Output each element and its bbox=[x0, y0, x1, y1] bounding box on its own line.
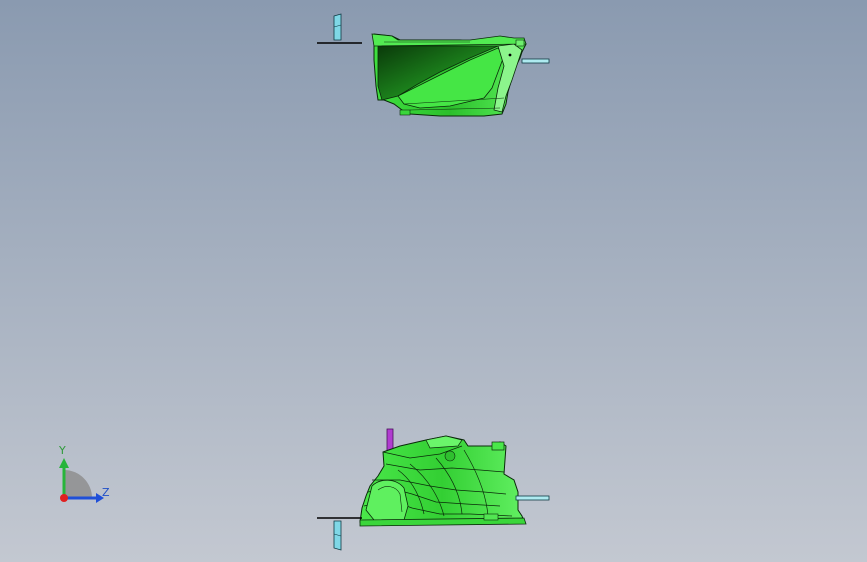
graphics-viewport[interactable]: Y Z bbox=[0, 0, 867, 562]
part-top-view-icon[interactable] bbox=[371, 33, 550, 117]
x-axis-dot-icon bbox=[60, 494, 68, 502]
pin-icon[interactable] bbox=[317, 517, 362, 551]
triad-z-label: Z bbox=[102, 486, 110, 499]
triad-plane bbox=[64, 470, 92, 498]
reference-pin-top[interactable] bbox=[317, 13, 362, 44]
triad-y-label: Y bbox=[59, 444, 66, 457]
triad-graphic bbox=[59, 458, 104, 503]
coordinate-triad: Y Z bbox=[44, 436, 124, 516]
y-axis-arrow-icon bbox=[59, 458, 69, 468]
part-bottom-view-icon[interactable] bbox=[359, 428, 550, 527]
scene-canvas bbox=[317, 13, 550, 551]
